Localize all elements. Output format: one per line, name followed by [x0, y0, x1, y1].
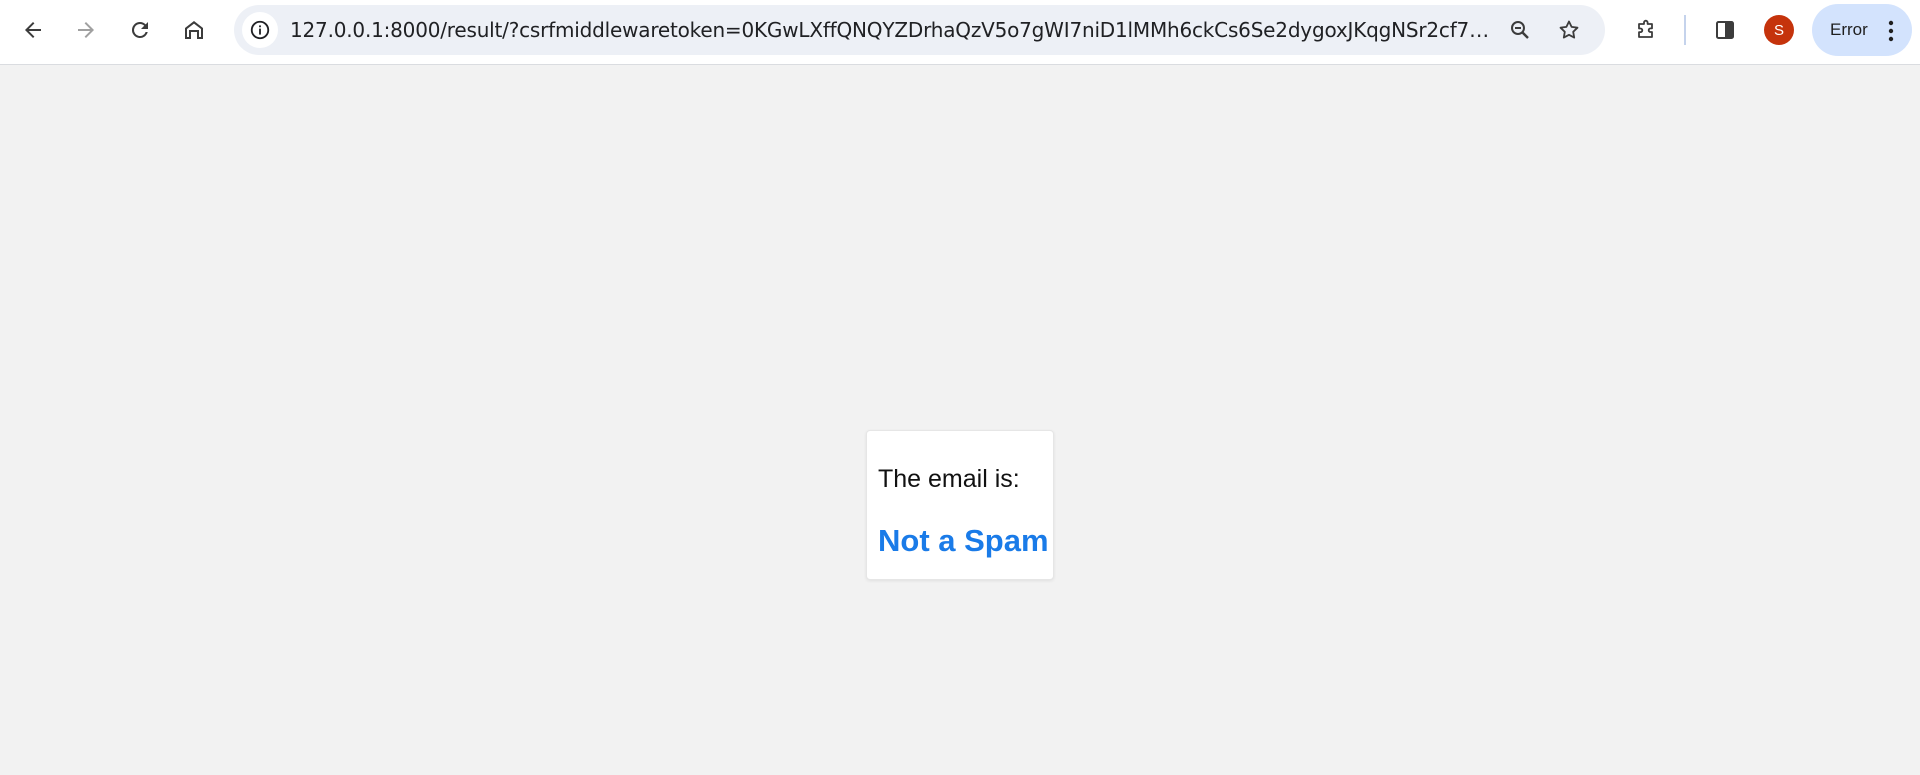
- site-info-button[interactable]: [242, 12, 278, 48]
- side-panel-button[interactable]: [1705, 10, 1745, 50]
- bookmark-button[interactable]: [1554, 15, 1584, 45]
- star-icon: [1559, 20, 1579, 39]
- zoom-button[interactable]: [1505, 15, 1535, 45]
- extensions-button[interactable]: [1626, 10, 1666, 50]
- result-label: The email is:: [878, 465, 1020, 493]
- arrow-right-icon: [78, 22, 94, 38]
- reload-button[interactable]: [120, 10, 160, 50]
- browser-toolbar: 127.0.0.1:8000/result/?csrfmiddlewaretok…: [0, 0, 1920, 65]
- error-menu-chip[interactable]: Error: [1812, 4, 1912, 56]
- info-icon: [250, 20, 270, 40]
- spam-verdict: Not a Spam: [878, 523, 1049, 558]
- back-button[interactable]: [13, 10, 53, 50]
- toolbar-divider: [1684, 15, 1686, 45]
- forward-button[interactable]: [66, 10, 106, 50]
- result-card: The email is: Not a Spam: [866, 430, 1054, 580]
- error-chip-label: Error: [1830, 20, 1868, 39]
- home-button[interactable]: [174, 10, 214, 50]
- puzzle-icon: [1638, 19, 1653, 38]
- home-icon: [185, 21, 203, 39]
- arrow-left-icon: [25, 22, 41, 38]
- side-panel-icon: [1716, 21, 1734, 39]
- kebab-menu-icon: [1888, 20, 1894, 42]
- url-text[interactable]: 127.0.0.1:8000/result/?csrfmiddlewaretok…: [290, 5, 1490, 55]
- profile-avatar[interactable]: S: [1764, 15, 1794, 45]
- zoom-out-icon: [1511, 21, 1529, 39]
- address-bar[interactable]: 127.0.0.1:8000/result/?csrfmiddlewaretok…: [234, 5, 1605, 55]
- reload-icon: [131, 21, 148, 38]
